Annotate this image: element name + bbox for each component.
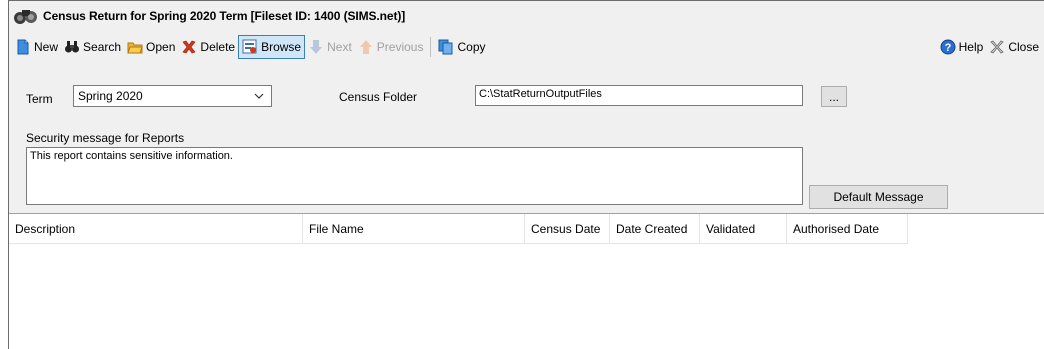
column-header-description[interactable]: Description [9,214,303,244]
help-button-label: Help [958,40,984,54]
next-button-label: Next [327,40,352,54]
previous-button-label: Previous [376,40,424,54]
browse-button-label: Browse [261,40,302,54]
close-button[interactable]: Close [986,35,1042,59]
security-message-textarea[interactable]: This report contains sensitive informati… [26,147,803,205]
census-return-window: Census Return for Spring 2020 Term [File… [8,0,1044,349]
binoculars-search-icon [64,39,80,55]
search-button[interactable]: Search [61,35,124,59]
copy-icon [438,39,454,55]
delete-button[interactable]: Delete [178,35,238,59]
toolbar-separator [430,37,432,57]
arrow-up-icon [358,39,374,55]
next-button[interactable]: Next [305,35,355,59]
copy-button[interactable]: Copy [435,35,488,59]
close-x-icon [989,39,1005,55]
browse-folder-button[interactable]: ... [821,86,847,107]
binoculars-icon [13,6,39,26]
new-button-label: New [34,40,59,54]
delete-button-label: Delete [200,40,236,54]
census-folder-input[interactable]: C:\StatReturnOutputFiles [475,85,803,106]
security-message-label: Security message for Reports [26,131,185,145]
chevron-down-icon [253,90,265,102]
default-message-button[interactable]: Default Message [809,185,948,209]
census-folder-label: Census Folder [339,90,418,104]
new-button[interactable]: New [12,35,61,59]
term-dropdown[interactable]: Spring 2020 [73,85,272,107]
arrow-down-icon [308,39,324,55]
column-header-validated[interactable]: Validated [700,214,787,244]
column-header-authorised-date[interactable]: Authorised Date [787,214,908,244]
grid-header-row: Description File Name Census Date Date C… [9,214,1044,244]
close-button-label: Close [1008,40,1039,54]
column-header-census-date[interactable]: Census Date [525,214,610,244]
title-bar: Census Return for Spring 2020 Term [File… [9,1,1044,31]
toolbar: New Search Open Delete Browse Next Previ… [9,33,1044,61]
census-files-grid: Description File Name Census Date Date C… [9,213,1044,349]
help-icon: ? [940,39,956,55]
browse-list-icon [242,39,258,55]
folder-open-icon [127,39,143,55]
copy-button-label: Copy [457,40,486,54]
term-value: Spring 2020 [78,89,143,103]
browse-button[interactable]: Browse [238,35,306,59]
window-title: Census Return for Spring 2020 Term [File… [43,9,406,23]
help-button[interactable]: ? Help [937,35,987,59]
search-button-label: Search [83,40,122,54]
column-header-file-name[interactable]: File Name [303,214,525,244]
open-button-label: Open [146,40,176,54]
delete-x-icon [181,39,197,55]
term-label: Term [26,92,53,106]
new-document-icon [15,39,31,55]
open-button[interactable]: Open [124,35,178,59]
previous-button[interactable]: Previous [355,35,427,59]
svg-text:?: ? [944,42,951,54]
column-header-date-created[interactable]: Date Created [610,214,700,244]
